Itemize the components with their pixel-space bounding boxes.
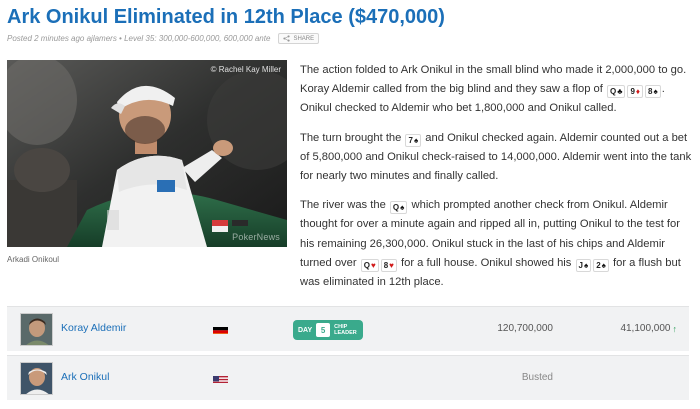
- cards-flop: Q ♣ 9 ♦ 8 ♠: [606, 83, 662, 99]
- player-name-link[interactable]: Ark Onikul: [61, 371, 109, 383]
- photo-caption: Arkadi Onikoul: [7, 255, 60, 264]
- chip-change-value: 41,100,000: [620, 323, 671, 334]
- usa-flag-icon: [213, 373, 228, 383]
- playing-card: 8 ♥: [380, 258, 397, 272]
- card-suit: ♠: [413, 135, 419, 145]
- cards-turn: 7 ♠: [404, 132, 422, 147]
- playing-card: Q ♠: [389, 201, 408, 215]
- player-name-link[interactable]: Koray Aldemir: [61, 322, 126, 334]
- card-suit: ♣: [617, 87, 623, 97]
- player-photo-illustration: [7, 60, 287, 247]
- post-meta-text: Posted 2 minutes ago ajlamers • Level 35…: [7, 34, 271, 43]
- photo-credit: © Rachel Kay Miller: [210, 65, 281, 74]
- chip-leader-badge: DAY 5 CHIP LEADER: [293, 320, 364, 340]
- player-photo: © Rachel Kay Miller PokerNews: [7, 60, 287, 247]
- playing-card: 2 ♠: [593, 258, 609, 272]
- badge-day: DAY: [298, 326, 313, 334]
- cards-aldemir: Q ♥ 8 ♥: [360, 257, 398, 272]
- paragraph-text: The turn brought the: [300, 131, 405, 144]
- cards-onikul: J ♠ 2 ♠: [575, 257, 610, 272]
- card-suit: ♦: [635, 87, 640, 97]
- chip-change: 41,100,000 ↑: [620, 323, 677, 334]
- paragraph-2: The turn brought the 7 ♠ and Onikul check…: [300, 129, 694, 187]
- card-rank: 8: [648, 87, 653, 97]
- card-rank: Q: [609, 87, 617, 97]
- badge-label: CHIP LEADER: [334, 324, 358, 336]
- table-row: Ark Onikul Busted: [7, 355, 689, 400]
- up-arrow-icon: ↑: [672, 323, 678, 334]
- chip-counts-table: Koray Aldemir DAY 5 CHIP LEADER 120,700,0…: [7, 306, 689, 400]
- paragraph-1: The action folded to Ark Onikul in the s…: [300, 61, 694, 119]
- card-rank: 7: [408, 135, 413, 145]
- post-title[interactable]: Ark Onikul Eliminated in 12th Place ($47…: [7, 6, 445, 29]
- badge-day-number: 5: [316, 323, 331, 337]
- chip-count: 120,700,000: [497, 323, 553, 334]
- germany-flag-icon: [213, 324, 228, 334]
- card-suit: ♥: [370, 260, 376, 270]
- card-suit: ♠: [400, 203, 405, 213]
- paragraph-text: for a full house. Onikul showed his: [397, 256, 575, 269]
- player-status: Busted: [521, 372, 553, 383]
- share-label: SHARE: [293, 35, 315, 42]
- avatar[interactable]: [20, 313, 53, 346]
- card-suit: ♠: [583, 260, 589, 270]
- card-suit: ♠: [653, 87, 658, 97]
- card-rank: 8: [383, 260, 389, 270]
- avatar[interactable]: [20, 362, 53, 395]
- playing-card: 7 ♠: [405, 133, 422, 147]
- paragraph-text: The river was the: [300, 199, 389, 212]
- playing-card: 8 ♠: [645, 85, 661, 99]
- paragraph-3: The river was the Q ♠ which prompted anot…: [300, 196, 694, 292]
- photo-watermark: PokerNews: [232, 232, 280, 242]
- card-rank: 9: [630, 87, 635, 97]
- playing-card: Q ♣: [606, 85, 626, 99]
- article-body: The action folded to Ark Onikul in the s…: [300, 61, 694, 302]
- cards-river: Q ♠: [389, 199, 408, 215]
- badge-label-line2: LEADER: [334, 330, 357, 336]
- playing-card: 9 ♦: [627, 85, 643, 99]
- card-rank: Q: [392, 203, 400, 213]
- card-suit: ♠: [601, 260, 606, 270]
- card-rank: J: [578, 260, 583, 270]
- card-suit: ♥: [389, 260, 394, 270]
- table-row: Koray Aldemir DAY 5 CHIP LEADER 120,700,0…: [7, 306, 689, 351]
- share-button[interactable]: SHARE: [278, 33, 320, 44]
- playing-card: Q ♥: [360, 258, 379, 272]
- share-icon: [283, 35, 291, 42]
- card-rank: Q: [363, 260, 370, 270]
- card-rank: 2: [596, 260, 601, 270]
- post-meta: Posted 2 minutes ago ajlamers • Level 35…: [7, 33, 320, 44]
- playing-card: J ♠: [575, 258, 592, 272]
